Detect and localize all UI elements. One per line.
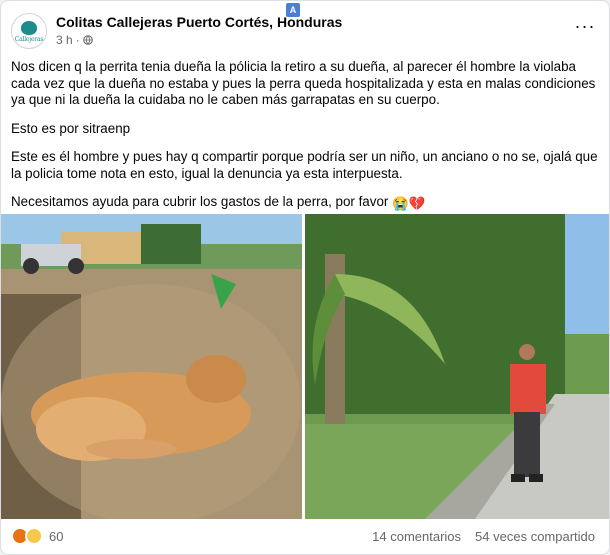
post-card: Callejeras Colitas Callejeras Puerto Cor… [0,0,610,555]
paragraph: Este es él hombre y pues hay q compartir… [11,149,598,181]
photo-dog[interactable] [1,214,302,519]
photo-man[interactable] [305,214,609,519]
reactions[interactable]: 60 [11,527,63,545]
more-icon: ··· [574,16,596,36]
paw-icon [21,21,37,35]
crying-heartbreak-emoji: 😭💔 [392,196,426,211]
paragraph: Esto es por sitraenp [11,120,131,136]
post-meta: 3 h · [56,33,93,47]
translate-icon[interactable]: A [286,3,300,17]
post-footer: 60 14 comentarios 54 veces compartido [11,527,601,549]
man-photo-image [305,214,609,519]
sad-reaction-icon [25,527,43,545]
paragraph: Nos dicen q la perrita tenia dueña la pó… [11,59,596,107]
avatar[interactable]: Callejeras [11,13,47,49]
dog-photo-image [1,214,302,519]
more-options-button[interactable]: ··· [573,16,597,39]
comments-link[interactable]: 14 comentarios [372,529,461,544]
paragraph-last: Necesitamos ayuda para cubrir los gastos… [11,194,603,213]
paragraph-text: Necesitamos ayuda para cubrir los gastos… [11,194,389,209]
post-time[interactable]: 3 h [56,33,73,47]
photo-grid [1,214,609,519]
post-header: Callejeras Colitas Callejeras Puerto Cor… [11,3,601,51]
avatar-text: Callejeras [14,36,44,43]
reaction-count[interactable]: 60 [49,529,63,544]
shares-link[interactable]: 54 veces compartido [475,529,595,544]
globe-icon [82,35,93,45]
post-stats: 14 comentarios 54 veces compartido [372,529,595,544]
post-text: Nos dicen q la perrita tenia dueña la pó… [11,59,603,225]
